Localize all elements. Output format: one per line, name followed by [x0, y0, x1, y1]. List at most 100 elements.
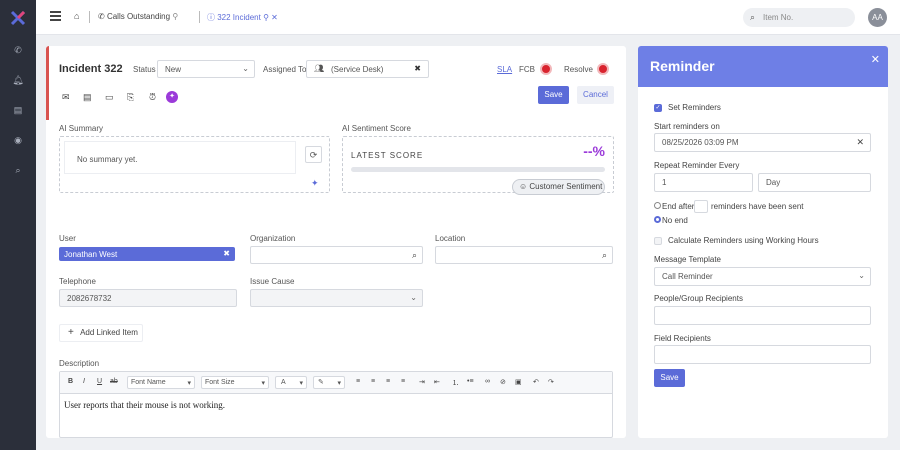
- bulleted-list-icon[interactable]: •≡: [467, 378, 474, 385]
- hamburger-menu-icon[interactable]: [50, 11, 61, 21]
- bell-icon[interactable]: 🔔︎: [12, 74, 24, 86]
- chevron-down-icon: ⌄: [410, 293, 417, 302]
- cancel-button[interactable]: Cancel: [577, 86, 614, 104]
- undo-icon[interactable]: ↶: [533, 378, 539, 386]
- start-date-field[interactable]: 08/25/2026 03:09 PM ✕: [654, 133, 871, 152]
- clipboard-icon[interactable]: ▤: [12, 104, 24, 116]
- repeat-count-field[interactable]: 1: [654, 173, 753, 192]
- tab-calls-outstanding[interactable]: ✆ Calls Outstanding ⚲: [98, 12, 178, 21]
- ai-sparkle-icon[interactable]: ✦: [166, 91, 178, 103]
- image-icon[interactable]: ▣: [515, 378, 522, 386]
- end-after-radio[interactable]: [654, 202, 661, 209]
- italic-button[interactable]: I: [83, 378, 85, 385]
- pin-icon[interactable]: ⚲: [172, 12, 178, 21]
- customer-sentiment-button[interactable]: ☺ Customer Sentiment: [512, 179, 605, 195]
- align-justify-icon[interactable]: ≡: [401, 378, 405, 385]
- working-hours-label: Calculate Reminders using Working Hours: [668, 236, 819, 245]
- organization-field[interactable]: ⌕: [250, 246, 423, 264]
- chevron-down-icon: ⌄: [242, 64, 249, 73]
- people-recipients-field[interactable]: [654, 306, 871, 325]
- telephone-field[interactable]: 2082678732: [59, 289, 237, 307]
- eye-icon[interactable]: ◉: [12, 134, 24, 146]
- font-name-select[interactable]: Font Name ▾: [127, 376, 195, 389]
- remove-user-icon[interactable]: ✖: [223, 249, 230, 258]
- save-button[interactable]: Save: [538, 86, 569, 104]
- status-select[interactable]: New ⌄: [157, 60, 255, 78]
- close-tab-icon[interactable]: ✕: [271, 13, 278, 22]
- user-chip[interactable]: Jonathan West ✖: [59, 247, 235, 261]
- smiley-icon: ☺: [519, 182, 528, 191]
- font-name-value: Font Name: [131, 379, 166, 386]
- align-right-icon[interactable]: ≡: [386, 378, 390, 385]
- chat-icon[interactable]: ▭: [105, 92, 114, 103]
- location-label: Location: [435, 234, 466, 243]
- underline-button[interactable]: U: [97, 378, 102, 385]
- reminder-panel: Reminder ✕ ✓ Set Reminders Start reminde…: [638, 46, 888, 438]
- highlight-color-select[interactable]: ✎ ▾: [313, 376, 345, 389]
- strikethrough-icon[interactable]: ab: [110, 378, 118, 385]
- reminder-header: Reminder ✕: [638, 46, 888, 87]
- tab-incident-322[interactable]: ⓘ 322 Incident ⚲ ✕: [207, 12, 278, 23]
- search-icon[interactable]: ⌕: [12, 164, 24, 176]
- description-text[interactable]: User reports that their mouse is not wor…: [64, 400, 225, 410]
- text-color-select[interactable]: A ▾: [275, 376, 307, 389]
- end-after-suffix: reminders have been sent: [711, 202, 804, 211]
- working-hours-checkbox[interactable]: [654, 237, 662, 245]
- sla-link[interactable]: SLA: [497, 65, 512, 74]
- no-end-radio[interactable]: [654, 216, 661, 223]
- email-icon[interactable]: ✉: [62, 92, 70, 103]
- font-size-select[interactable]: Font Size ▾: [201, 376, 269, 389]
- field-recipients-field[interactable]: [654, 345, 871, 364]
- bold-button[interactable]: B: [68, 378, 73, 385]
- set-reminders-checkbox[interactable]: ✓: [654, 104, 662, 112]
- link-icon[interactable]: ∞: [485, 378, 490, 385]
- avatar[interactable]: AA: [868, 8, 887, 27]
- add-linked-item-button[interactable]: + Add Linked Item: [59, 324, 143, 342]
- description-label: Description: [59, 359, 100, 368]
- end-after-count-field[interactable]: [694, 200, 708, 213]
- group-icon: 👥︎: [314, 64, 325, 73]
- search-box[interactable]: ⌕ Item No.: [743, 8, 855, 27]
- repeat-unit-select[interactable]: Day: [758, 173, 871, 192]
- add-linked-label: Add Linked Item: [80, 328, 138, 337]
- telephone-label: Telephone: [59, 277, 96, 286]
- assigned-to-field[interactable]: 👥︎ (Service Desk) ✖: [306, 60, 429, 78]
- home-icon[interactable]: ⌂: [74, 11, 79, 21]
- assigned-to-label: Assigned To: [263, 65, 307, 74]
- numbered-list-icon[interactable]: ⒈: [452, 378, 459, 388]
- caret-down-icon: ▾: [187, 380, 191, 387]
- pin-icon[interactable]: ⚲: [263, 13, 269, 22]
- clear-icon[interactable]: ✕: [856, 137, 864, 148]
- unlink-icon[interactable]: ⊘: [500, 378, 506, 386]
- phone-icon[interactable]: ✆: [12, 44, 24, 56]
- align-center-icon[interactable]: ≡: [371, 378, 375, 385]
- font-size-value: Font Size: [205, 379, 235, 386]
- attachment-icon[interactable]: ⎘: [127, 92, 134, 103]
- search-icon[interactable]: ⌕: [412, 250, 417, 261]
- issue-cause-select[interactable]: ⌄: [250, 289, 423, 307]
- plus-icon: +: [68, 327, 74, 338]
- document-icon[interactable]: ▤: [83, 92, 92, 103]
- alarm-clock-icon[interactable]: ⏰︎: [149, 92, 156, 103]
- close-icon[interactable]: ✕: [871, 53, 880, 66]
- caret-down-icon: ▾: [261, 380, 265, 387]
- incident-card: Incident 322 Status New ⌄ Assigned To 👥︎…: [46, 46, 626, 438]
- editor-toolbar: B I U ab Font Name ▾ Font Size ▾ A ▾ ✎ ▾…: [60, 372, 612, 394]
- start-date-value: 08/25/2026 03:09 PM: [662, 138, 739, 147]
- organization-label: Organization: [250, 234, 296, 243]
- align-left-icon[interactable]: ≡: [356, 378, 360, 385]
- search-icon[interactable]: ⌕: [602, 250, 607, 261]
- refresh-icon[interactable]: ⟳: [305, 146, 322, 163]
- location-field[interactable]: ⌕: [435, 246, 613, 264]
- message-template-label: Message Template: [654, 255, 721, 264]
- redo-icon[interactable]: ↷: [548, 378, 554, 386]
- reminder-save-button[interactable]: Save: [654, 369, 685, 387]
- field-recipients-label: Field Recipients: [654, 334, 711, 343]
- status-label: Status: [133, 65, 156, 74]
- end-after-label: End after: [662, 202, 695, 211]
- outdent-icon[interactable]: ⇤: [434, 378, 440, 386]
- text-color-value: A: [281, 379, 286, 386]
- message-template-select[interactable]: Call Reminder ⌄: [654, 267, 871, 286]
- clear-icon[interactable]: ✖: [414, 64, 421, 73]
- indent-icon[interactable]: ⇥: [419, 378, 425, 386]
